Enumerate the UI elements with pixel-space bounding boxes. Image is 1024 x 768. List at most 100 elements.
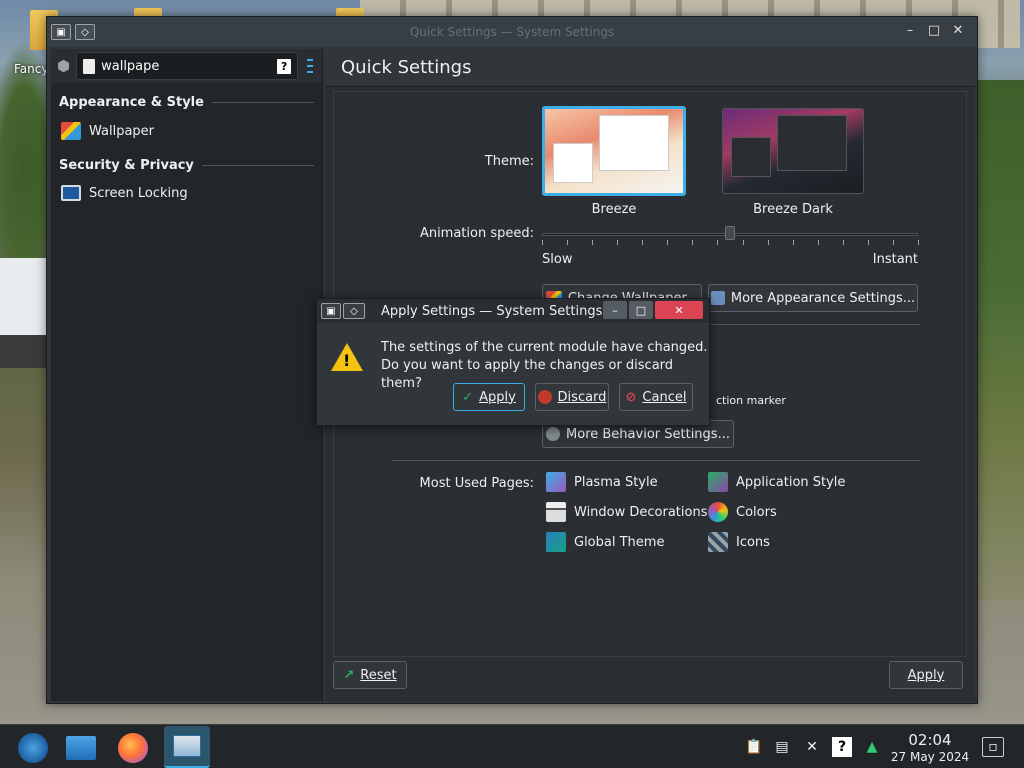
slider-handle[interactable] xyxy=(725,226,735,240)
system-settings-task-icon[interactable] xyxy=(164,726,210,768)
most-used-colors[interactable]: Colors xyxy=(708,502,777,522)
search-field[interactable]: ? xyxy=(76,52,299,80)
clock-date: 27 May 2024 xyxy=(890,750,970,764)
slider-tick xyxy=(742,240,744,245)
colors-icon xyxy=(708,502,728,522)
icons-icon xyxy=(708,532,728,552)
show-desktop-icon[interactable]: ▫ xyxy=(982,737,1004,757)
theme-name-breeze-dark: Breeze Dark xyxy=(753,202,833,217)
reset-button[interactable]: ↗ Reset xyxy=(333,661,407,689)
slider-tick xyxy=(792,240,794,245)
document-icon xyxy=(83,58,96,74)
sidebar-item-label: Screen Locking xyxy=(89,185,188,201)
warning-exclamation-icon: ! xyxy=(343,351,351,370)
slider-tick xyxy=(592,240,594,245)
slider-tick xyxy=(817,240,819,245)
slider-tick xyxy=(642,240,644,245)
notes-icon[interactable]: ▤ xyxy=(772,737,792,757)
hamburger-menu-icon[interactable] xyxy=(304,54,316,78)
divider xyxy=(211,102,314,103)
most-used-icons[interactable]: Icons xyxy=(708,532,770,552)
reset-arrow-icon: ↗ xyxy=(343,667,355,683)
window-title: Quick Settings — System Settings xyxy=(409,25,615,39)
desktop-icon-label: Fancy xyxy=(14,62,49,76)
dialog-maximize-icon[interactable]: □ xyxy=(629,301,653,319)
selection-marker-label: ction marker xyxy=(716,394,786,407)
section-title: Appearance & Style xyxy=(59,95,204,110)
clipboard-icon[interactable]: 📋 xyxy=(744,737,764,757)
sidebar-item-screen-locking[interactable]: Screen Locking xyxy=(59,173,314,207)
clock[interactable]: 02:04 27 May 2024 xyxy=(888,732,972,765)
most-used-global-theme[interactable]: Global Theme xyxy=(546,532,664,552)
theme-thumbnail-breeze-dark[interactable] xyxy=(722,108,864,194)
global-theme-icon xyxy=(546,532,566,552)
maximize-icon[interactable]: □ xyxy=(923,21,945,39)
theme-thumbnail-breeze[interactable] xyxy=(542,106,686,196)
dialog-discard-button[interactable]: Discard xyxy=(535,383,609,411)
slider-min-label: Slow xyxy=(542,252,573,267)
wallpaper-icon xyxy=(61,122,81,140)
slider-tick xyxy=(892,240,894,245)
close-icon[interactable]: ✕ xyxy=(947,21,969,39)
sidebar: ⬢ ? Appearance & Style Wallpaper Securit… xyxy=(51,49,323,701)
plasma-style-icon xyxy=(546,472,566,492)
dialog-menu-icon[interactable]: ▣ xyxy=(321,303,341,319)
slider-tick xyxy=(842,240,844,245)
most-used-window-decorations[interactable]: Window Decorations xyxy=(546,502,708,522)
home-icon[interactable]: ⬢ xyxy=(57,56,70,76)
network-disabled-icon[interactable]: ✕ xyxy=(802,737,822,757)
sidebar-search-row: ⬢ ? xyxy=(51,49,322,83)
sidebar-section-appearance: Appearance & Style Wallpaper xyxy=(51,83,322,146)
help-tray-icon[interactable]: ? xyxy=(832,737,852,757)
apply-check-icon: ✓ xyxy=(462,389,474,405)
file-manager-icon[interactable] xyxy=(64,731,98,765)
minimize-icon[interactable]: – xyxy=(899,21,921,39)
slider-tick xyxy=(567,240,569,245)
window-decorations-icon xyxy=(546,502,566,522)
sidebar-item-label: Wallpaper xyxy=(89,123,155,139)
behavior-icon xyxy=(546,427,561,441)
updates-icon[interactable]: ▲ xyxy=(862,737,882,757)
apply-button[interactable]: Apply xyxy=(889,661,963,689)
cancel-icon: ⊘ xyxy=(625,389,637,405)
application-style-icon xyxy=(708,472,728,492)
sidebar-item-wallpaper[interactable]: Wallpaper xyxy=(59,110,314,146)
firefox-icon[interactable] xyxy=(116,731,150,765)
slider-tick xyxy=(918,240,919,245)
dialog-apply-button[interactable]: ✓ Apply xyxy=(453,383,525,411)
slider-tick xyxy=(717,240,719,245)
window-titlebar[interactable]: ▣ ◇ Quick Settings — System Settings – □… xyxy=(47,17,977,47)
dialog-title: Apply Settings — System Settings xyxy=(381,304,603,319)
dialog-keep-above-icon[interactable]: ◇ xyxy=(343,303,365,319)
divider xyxy=(201,165,314,166)
dialog-minimize-icon[interactable]: – xyxy=(603,301,627,319)
apply-settings-dialog: ▣ ◇ Apply Settings — System Settings – □… xyxy=(316,298,710,426)
slider-tick xyxy=(767,240,769,245)
screen-locking-icon xyxy=(61,185,81,201)
page-title: Quick Settings xyxy=(325,49,975,87)
start-menu-icon[interactable] xyxy=(16,731,50,765)
appearance-icon xyxy=(710,291,725,305)
section-title: Security & Privacy xyxy=(59,158,194,173)
taskbar: 📋 ▤ ✕ ? ▲ 02:04 27 May 2024 ▫ xyxy=(0,724,1024,768)
window-controls: – □ ✕ xyxy=(899,21,969,39)
dialog-close-icon[interactable]: ✕ xyxy=(655,301,703,319)
desktop-background-truck xyxy=(0,258,48,368)
slider-max-label: Instant xyxy=(872,252,918,267)
more-appearance-settings-button[interactable]: More Appearance Settings... xyxy=(708,284,918,312)
dialog-titlebar[interactable]: ▣ ◇ Apply Settings — System Settings – □… xyxy=(317,299,709,323)
slider-tick xyxy=(542,240,543,245)
animation-speed-label: Animation speed: xyxy=(419,226,534,241)
slider-tick xyxy=(667,240,669,245)
most-used-plasma-style[interactable]: Plasma Style xyxy=(546,472,658,492)
help-icon[interactable]: ? xyxy=(277,58,292,74)
sidebar-section-security: Security & Privacy Screen Locking xyxy=(51,146,322,207)
clock-time: 02:04 xyxy=(908,731,952,749)
slider-tick xyxy=(867,240,869,245)
most-used-label: Most Used Pages: xyxy=(419,476,534,491)
search-input[interactable] xyxy=(101,58,272,74)
most-used-application-style[interactable]: Application Style xyxy=(708,472,845,492)
slider-tick xyxy=(692,240,694,245)
dialog-cancel-button[interactable]: ⊘ Cancel xyxy=(619,383,693,411)
theme-label: Theme: xyxy=(484,154,534,169)
